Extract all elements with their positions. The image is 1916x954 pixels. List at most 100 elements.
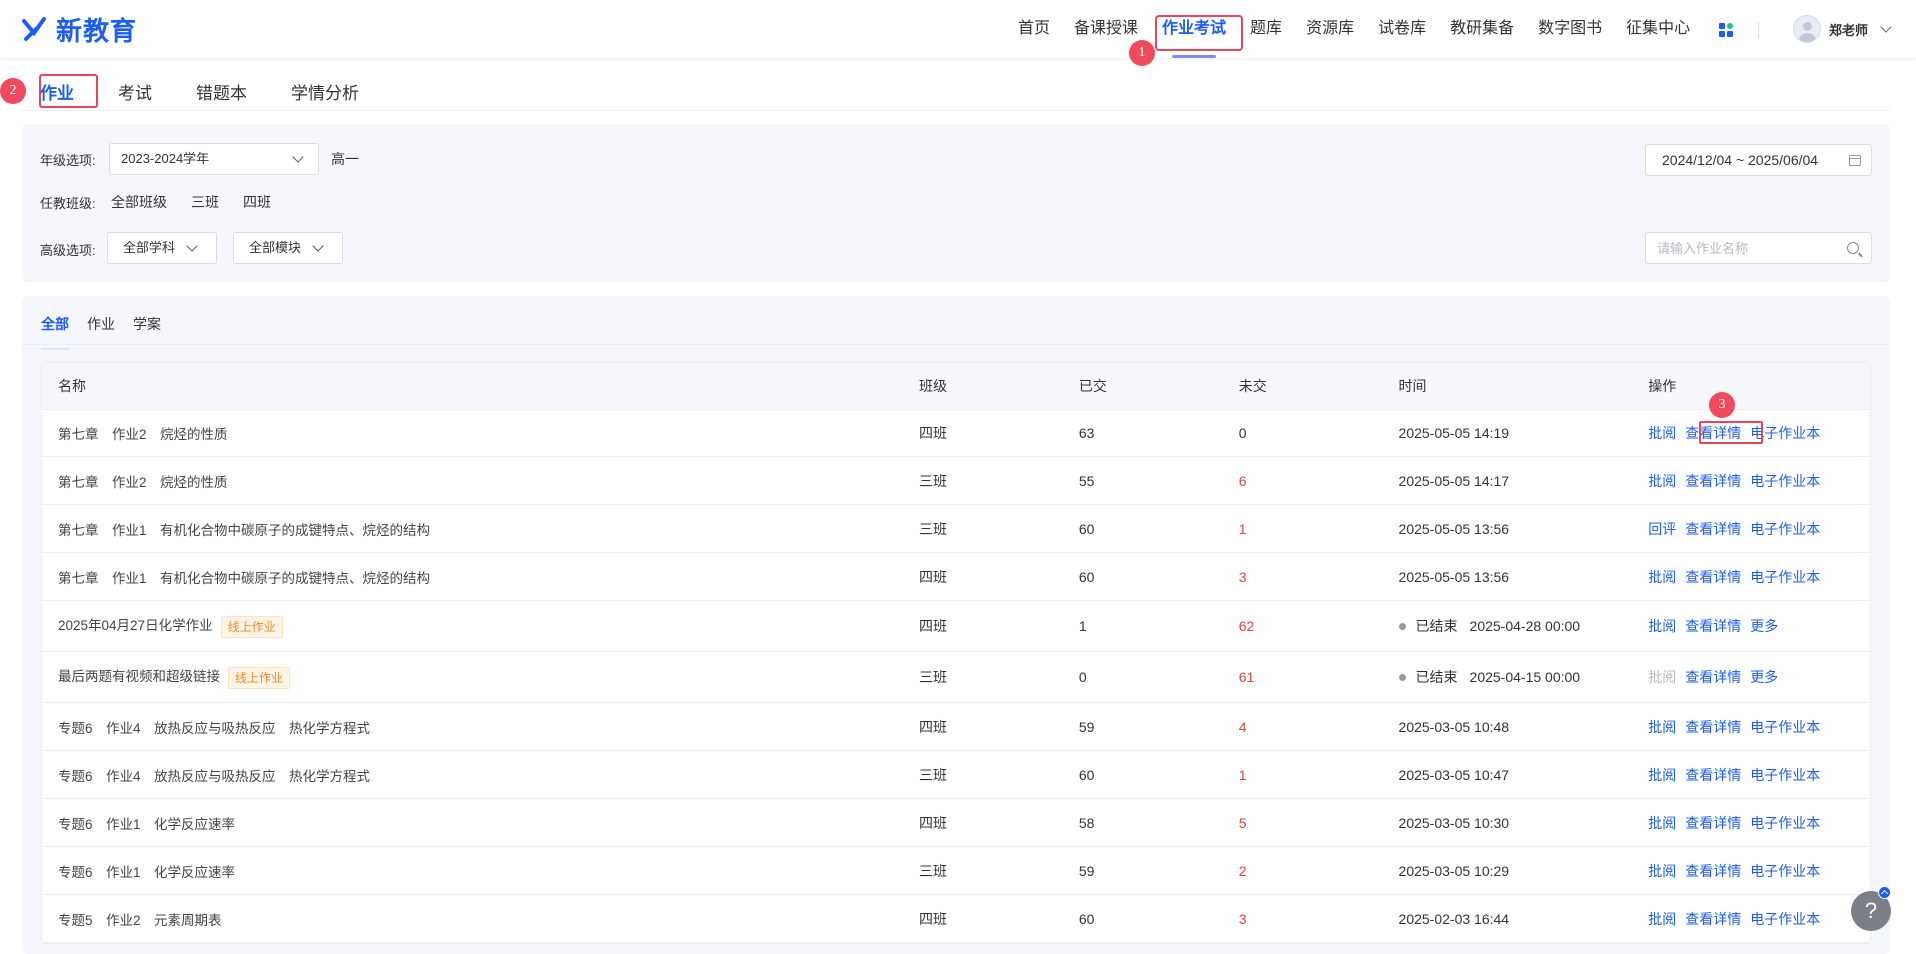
cell-name: 2025年04月27日化学作业 线上作业 (42, 614, 919, 638)
tab-wrong-book[interactable]: 错题本 (196, 79, 247, 104)
e-workbook-link[interactable]: 电子作业本 (1750, 473, 1820, 489)
cell-actions: 批阅 查看详情 电子作业本 (1648, 765, 1870, 785)
top-navbar: 新教育 首页 备课授课 作业考试 题库 资源库 试卷库 教研集备 数字图书 征集… (0, 0, 1916, 58)
list-tab-homework[interactable]: 作业 (87, 314, 115, 334)
time-value: 2025-02-03 16:44 (1398, 910, 1510, 927)
e-workbook-link[interactable]: 电子作业本 (1750, 767, 1820, 783)
table-row: 2025年04月27日化学作业 线上作业 四班 1 62 已结束 2025-04-28 00… (42, 601, 1870, 652)
cell-time: 2025-02-03 16:44 (1399, 911, 1649, 927)
search-input[interactable] (1646, 233, 1826, 263)
view-details-link[interactable]: 查看详情 (1685, 669, 1741, 685)
nav-item-research[interactable]: 教研集备 (1438, 0, 1526, 58)
view-details-link[interactable]: 查看详情 (1685, 521, 1741, 537)
grade-option[interactable]: 高一 (331, 149, 359, 169)
view-details-link[interactable]: 查看详情 (1685, 618, 1741, 634)
status-badge: 已结束 (1415, 618, 1458, 634)
view-details-link[interactable]: 查看详情 (1685, 473, 1741, 489)
view-details-link[interactable]: 查看详情 (1685, 719, 1741, 735)
table-row: 专题5 作业2 元素周期表 四班 60 3 2025-02-03 16:44 批阅 查看详情… (42, 895, 1870, 943)
review-link[interactable]: 批阅 (1648, 815, 1676, 831)
cell-unsubmitted: 3 (1238, 910, 1247, 927)
search-box (1645, 232, 1872, 264)
view-details-link[interactable]: 查看详情 (1685, 815, 1741, 831)
user-menu[interactable]: 郑老师 (1793, 15, 1892, 43)
cell-actions: 批阅 查看详情 电子作业本 (1648, 813, 1870, 833)
review-link[interactable]: 批阅 (1648, 425, 1676, 441)
e-workbook-link[interactable]: 电子作业本 (1750, 815, 1820, 831)
search-icon[interactable] (1847, 242, 1859, 254)
cell-unsubmitted: 62 (1238, 618, 1255, 634)
cell-time: 2025-05-05 13:56 (1399, 569, 1649, 585)
nav-item-paper-bank[interactable]: 试卷库 (1366, 0, 1438, 58)
more-link[interactable]: 更多 (1750, 618, 1778, 634)
cell-unsubmitted: 1 (1238, 766, 1247, 783)
status-dot-icon (1398, 673, 1406, 681)
cell-unsubmitted: 6 (1238, 472, 1247, 489)
cell-actions: 批阅 查看详情 更多 (1648, 667, 1870, 687)
review-link[interactable]: 批阅 (1648, 911, 1676, 927)
time-value: 2025-05-05 14:19 (1398, 425, 1510, 441)
class-option-all[interactable]: 全部班级 (111, 192, 167, 212)
cell-actions: 批阅 查看详情 电子作业本 (1648, 861, 1870, 881)
e-workbook-link[interactable]: 电子作业本 (1750, 863, 1820, 879)
nav-item-resources[interactable]: 资源库 (1294, 0, 1366, 58)
online-homework-tag: 线上作业 (220, 615, 283, 638)
view-details-link[interactable]: 查看详情 (1685, 863, 1741, 879)
cell-submitted: 60 (1078, 520, 1095, 537)
nav-item-digital-books[interactable]: 数字图书 (1526, 0, 1614, 58)
review-link[interactable]: 批阅 (1648, 863, 1676, 879)
nav-divider (1758, 22, 1759, 38)
cell-name: 最后两题有视频和超级链接 线上作业 (42, 665, 919, 689)
advanced-label: 高级选项: (40, 243, 96, 258)
cell-class: 三班 (919, 669, 948, 685)
table-row: 第七章 作业1 有机化合物中碳原子的成键特点、烷烃的结构 三班 60 1 2025-05… (42, 505, 1870, 553)
e-workbook-link[interactable]: 电子作业本 (1750, 521, 1820, 537)
tab-analysis[interactable]: 学情分析 (291, 79, 359, 104)
nav-item-home[interactable]: 首页 (1006, 0, 1062, 58)
cell-time: 已结束 2025-04-28 00:00 (1398, 616, 1649, 636)
cell-class: 四班 (919, 718, 948, 735)
subject-select[interactable]: 全部学科 (107, 232, 217, 264)
year-select[interactable]: 2023-2024学年 (109, 143, 319, 175)
review-link[interactable]: 批阅 (1648, 719, 1676, 735)
class-option-3[interactable]: 三班 (191, 192, 219, 212)
cell-unsubmitted: 1 (1238, 520, 1247, 537)
date-range-picker[interactable]: 2024/12/04 ~ 2025/06/04 (1645, 144, 1872, 176)
list-tabs: 全部 作业 学案 (41, 306, 179, 350)
re-review-link[interactable]: 回评 (1648, 521, 1676, 537)
logo[interactable]: 新教育 (22, 12, 137, 46)
view-details-link[interactable]: 查看详情 (1685, 911, 1741, 927)
review-link[interactable]: 批阅 (1648, 473, 1676, 489)
table-row: 专题6 作业4 放热反应与吸热反应 热化学方程式 三班 60 1 2025-03-05 … (42, 751, 1870, 799)
homework-name: 最后两题有视频和超级链接 (58, 669, 220, 685)
column-header-unsubmitted: 未交 (1238, 378, 1267, 394)
e-workbook-link[interactable]: 电子作业本 (1750, 911, 1820, 927)
highlight-box-subtab (39, 74, 98, 108)
cell-unsubmitted: 2 (1238, 862, 1247, 879)
time-value: 2025-03-05 10:30 (1398, 814, 1510, 831)
view-details-link[interactable]: 查看详情 (1685, 569, 1741, 585)
tab-exam[interactable]: 考试 (118, 79, 152, 104)
apps-grid-icon[interactable] (1718, 22, 1734, 38)
more-link[interactable]: 更多 (1750, 669, 1778, 685)
nav-item-collection-center[interactable]: 征集中心 (1614, 0, 1702, 58)
review-link[interactable]: 批阅 (1648, 767, 1676, 783)
cell-name: 第七章 作业1 有机化合物中碳原子的成键特点、烷烃的结构 (42, 519, 919, 539)
list-tab-all[interactable]: 全部 (41, 314, 69, 350)
module-select[interactable]: 全部模块 (233, 232, 343, 264)
cell-actions: 批阅 查看详情 电子作业本 (1648, 717, 1870, 737)
review-link[interactable]: 批阅 (1648, 569, 1676, 585)
homework-name: 第七章 作业2 烷烃的性质 (58, 427, 228, 442)
e-workbook-link[interactable]: 电子作业本 (1750, 569, 1820, 585)
cell-class: 三班 (919, 520, 948, 537)
divider (22, 110, 1890, 111)
view-details-link[interactable]: 查看详情 (1685, 767, 1741, 783)
column-header-time: 时间 (1398, 378, 1427, 394)
nav-item-question-bank[interactable]: 题库 (1238, 0, 1294, 58)
list-tab-study-plan[interactable]: 学案 (133, 314, 161, 334)
e-workbook-link[interactable]: 电子作业本 (1750, 719, 1820, 735)
cell-time: 2025-03-05 10:48 (1399, 719, 1649, 735)
review-link[interactable]: 批阅 (1648, 618, 1676, 634)
class-option-4[interactable]: 四班 (243, 192, 271, 212)
scroll-top-icon[interactable] (1878, 886, 1891, 899)
